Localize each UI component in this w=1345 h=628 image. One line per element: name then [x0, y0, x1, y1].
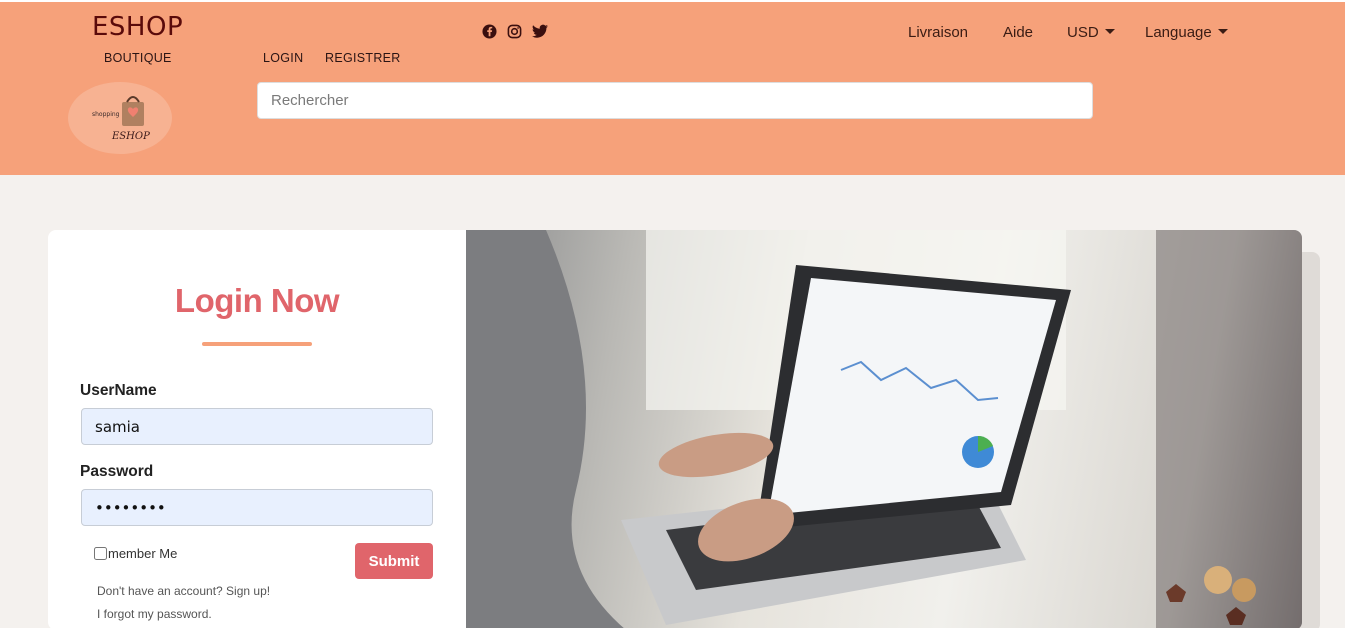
login-title: Login Now — [174, 282, 340, 319]
shop-logo[interactable]: shopping ESHOP — [68, 82, 172, 154]
submit-button[interactable]: Submit — [355, 543, 433, 579]
laptop-photo — [466, 230, 1302, 628]
remember-me[interactable]: member Me — [94, 546, 177, 561]
title-underline — [202, 342, 312, 346]
social-links — [482, 24, 548, 39]
logo-small-text: shopping — [92, 111, 120, 118]
chevron-down-icon — [1217, 28, 1228, 34]
login-card: Login Now UserName Password member Me Su… — [48, 230, 1302, 628]
username-label: UserName — [80, 382, 157, 399]
chevron-down-icon — [1104, 28, 1115, 34]
delivery-link[interactable]: Livraison — [908, 24, 968, 41]
login-link[interactable]: LOGIN — [263, 51, 303, 65]
twitter-icon[interactable] — [532, 24, 548, 39]
forgot-password-link[interactable]: I forgot my password. — [97, 607, 212, 621]
currency-dropdown[interactable]: USD — [1067, 24, 1115, 41]
username-field[interactable] — [81, 408, 433, 445]
language-dropdown[interactable]: Language — [1145, 24, 1228, 41]
register-link[interactable]: REGISTRER — [325, 51, 401, 65]
brand-name[interactable]: ESHOP — [92, 12, 183, 42]
signup-link[interactable]: Don't have an account? Sign up! — [97, 584, 270, 598]
password-field[interactable] — [81, 489, 433, 526]
remember-label: member Me — [108, 546, 178, 561]
currency-label: USD — [1067, 24, 1099, 41]
instagram-icon[interactable] — [507, 24, 522, 39]
help-link[interactable]: Aide — [1003, 24, 1033, 41]
password-label: Password — [80, 463, 154, 480]
boutique-link[interactable]: BOUTIQUE — [104, 51, 172, 65]
remember-checkbox[interactable] — [94, 547, 107, 560]
login-form: Login Now UserName Password member Me Su… — [48, 230, 466, 628]
top-header: ESHOP BOUTIQUE LOGIN REGISTRER shopping … — [0, 0, 1345, 175]
logo-text: ESHOP — [111, 131, 150, 142]
facebook-icon[interactable] — [482, 24, 497, 39]
language-label: Language — [1145, 24, 1212, 41]
search-input[interactable] — [257, 82, 1093, 119]
